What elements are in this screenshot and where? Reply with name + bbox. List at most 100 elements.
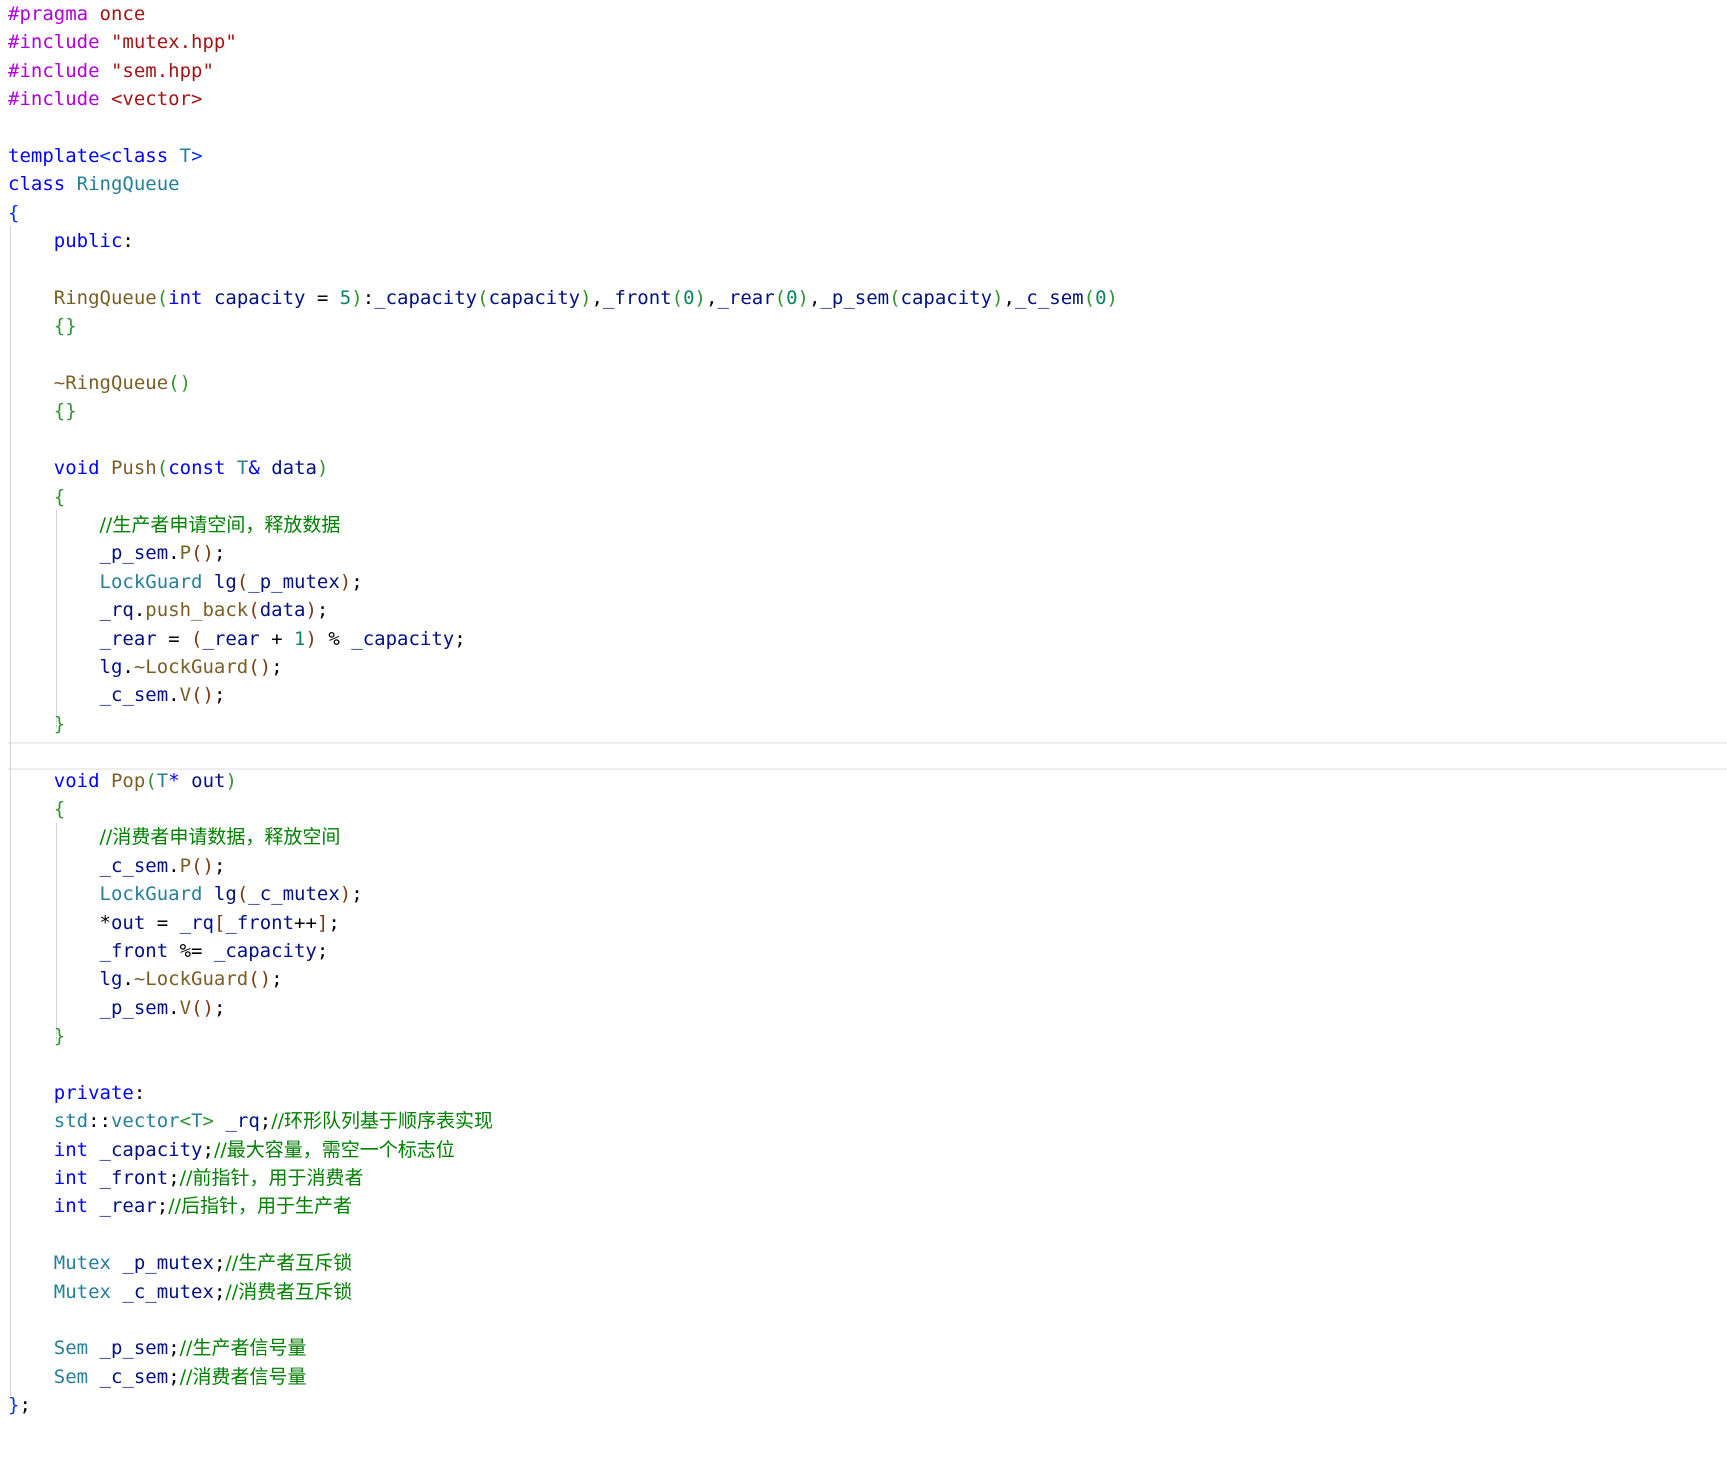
code-token: //消费者申请数据，释放空间 <box>99 826 341 849</box>
code-token: #include <box>8 88 100 111</box>
code-token: . <box>133 599 146 622</box>
code-token: push_back <box>145 599 249 622</box>
code-line[interactable] <box>8 1221 1718 1249</box>
code-line[interactable]: _p_sem.P(); <box>8 539 1718 567</box>
code-line[interactable] <box>8 114 1718 142</box>
code-token: public <box>53 230 123 253</box>
code-token: . <box>122 655 134 678</box>
code-line[interactable]: _p_sem.V(); <box>8 994 1718 1022</box>
code-token: ) <box>339 883 352 906</box>
code-token: //消费者互斥锁 <box>225 1280 353 1303</box>
code-token: ; <box>156 1195 169 1218</box>
code-token: #pragma <box>8 3 89 25</box>
code-line[interactable]: private: <box>8 1079 1718 1107</box>
code-line[interactable]: class RingQueue <box>8 170 1718 198</box>
code-token: ; <box>213 684 226 707</box>
code-line[interactable] <box>8 738 1718 766</box>
code-token: ; <box>316 939 329 962</box>
code-line[interactable]: //生产者申请空间，释放数据 <box>8 511 1718 539</box>
code-token: _c_mutex <box>248 883 340 906</box>
code-line[interactable]: #pragma once <box>8 0 1718 28</box>
code-line[interactable] <box>8 256 1718 284</box>
code-line[interactable]: _c_sem.V(); <box>8 681 1718 709</box>
code-line[interactable]: ~RingQueue() <box>8 369 1718 397</box>
code-line[interactable]: lg.~LockGuard(); <box>8 965 1718 993</box>
code-line[interactable]: *out = _rq[_front++]; <box>8 909 1718 937</box>
code-line[interactable]: _rq.push_back(data); <box>8 596 1718 624</box>
code-token: //生产者互斥锁 <box>225 1252 353 1275</box>
code-line[interactable] <box>8 1050 1718 1078</box>
code-token: _rq <box>179 911 214 934</box>
code-line[interactable]: lg.~LockGuard(); <box>8 653 1718 681</box>
code-token: lg <box>213 570 237 593</box>
code-line[interactable]: #include "mutex.hpp" <box>8 28 1718 56</box>
code-line[interactable]: public: <box>8 227 1718 255</box>
code-token: ) <box>1106 286 1118 309</box>
code-token: LockGuard <box>99 570 203 593</box>
code-line[interactable]: } <box>8 710 1718 738</box>
code-token: () <box>191 996 214 1019</box>
code-token: _rq <box>99 599 134 622</box>
code-token: () <box>191 542 214 565</box>
code-line[interactable]: _rear = (_rear + 1) % _capacity; <box>8 625 1718 653</box>
code-token: () <box>191 684 214 707</box>
code-line[interactable]: { <box>8 795 1718 823</box>
code-token: _rq <box>225 1110 260 1133</box>
code-token: () <box>248 655 272 678</box>
code-token: ( <box>671 286 684 309</box>
code-token: ( <box>477 286 489 309</box>
code-token: out <box>191 769 226 792</box>
code-editor[interactable]: #pragma once #include "mutex.hpp" #include… <box>0 0 1727 1468</box>
code-line[interactable]: Mutex _c_mutex;//消费者互斥锁 <box>8 1278 1718 1306</box>
code-token: . <box>168 996 180 1019</box>
code-line[interactable]: LockGuard lg(_p_mutex); <box>8 568 1718 596</box>
code-line[interactable]: //消费者申请数据，释放空间 <box>8 823 1718 851</box>
code-token: ( <box>236 883 249 906</box>
code-line[interactable] <box>8 341 1718 369</box>
code-line[interactable]: void Pop(T* out) <box>8 767 1718 795</box>
code-line[interactable] <box>8 426 1718 454</box>
code-token: . <box>168 542 180 565</box>
code-line[interactable]: int _rear;//后指针，用于生产者 <box>8 1192 1718 1220</box>
code-line[interactable]: {} <box>8 312 1718 340</box>
code-line[interactable]: _c_sem.P(); <box>8 852 1718 880</box>
code-token: ; <box>168 1365 180 1388</box>
code-token: _capacity <box>374 286 478 309</box>
code-token: [ <box>213 911 226 934</box>
code-line[interactable]: _front %= _capacity; <box>8 937 1718 965</box>
code-line[interactable]: int _capacity;//最大容量，需空一个标志位 <box>8 1136 1718 1164</box>
code-line[interactable]: Sem _c_sem;//消费者信号量 <box>8 1363 1718 1391</box>
code-line[interactable]: #include <vector> <box>8 85 1718 113</box>
code-line[interactable]: LockGuard lg(_c_mutex); <box>8 880 1718 908</box>
code-line[interactable]: {} <box>8 397 1718 425</box>
code-line[interactable]: } <box>8 1022 1718 1050</box>
code-line[interactable]: { <box>8 483 1718 511</box>
code-token: ) <box>305 627 317 650</box>
code-line[interactable]: template<class T> <box>8 142 1718 170</box>
code-line[interactable]: std::vector<T> _rq;//环形队列基于顺序表实现 <box>8 1107 1718 1135</box>
code-token: _rear <box>99 627 157 650</box>
code-line[interactable]: #include "sem.hpp" <box>8 57 1718 85</box>
code-line[interactable]: Sem _p_sem;//生产者信号量 <box>8 1334 1718 1362</box>
code-line[interactable]: Mutex _p_mutex;//生产者互斥锁 <box>8 1249 1718 1277</box>
code-area[interactable]: #pragma once #include "mutex.hpp" #include… <box>8 0 1718 1420</box>
code-token: _p_mutex <box>122 1252 214 1275</box>
code-token: _c_mutex <box>122 1280 214 1303</box>
code-line[interactable]: { <box>8 199 1718 227</box>
code-token: out <box>110 911 146 934</box>
code-line[interactable] <box>8 1306 1718 1334</box>
code-token: Sem <box>53 1365 89 1388</box>
code-line[interactable]: void Push(const T& data) <box>8 454 1718 482</box>
code-line[interactable]: int _front;//前指针，用于消费者 <box>8 1164 1718 1192</box>
code-line[interactable]: RingQueue(int capacity = 5):_capacity(ca… <box>8 284 1718 312</box>
code-line[interactable]: }; <box>8 1391 1718 1419</box>
